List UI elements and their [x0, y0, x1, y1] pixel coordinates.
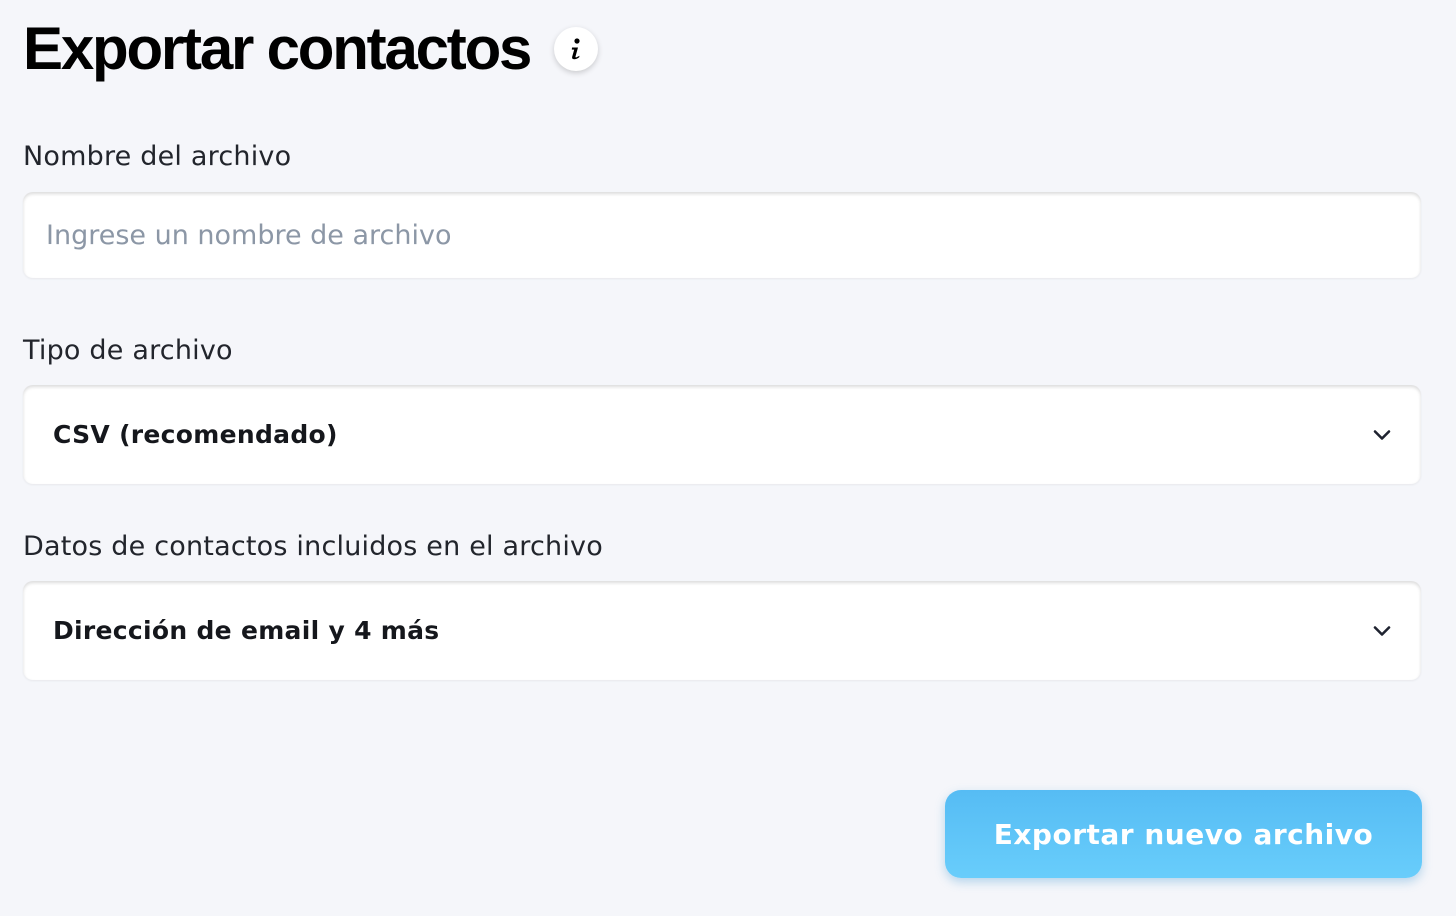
filetype-selected-value: CSV (recomendado)	[53, 420, 338, 449]
export-new-file-button[interactable]: Exportar nuevo archivo	[945, 790, 1422, 878]
contact-data-selected-value: Dirección de email y 4 más	[53, 616, 440, 645]
info-button[interactable]	[554, 27, 599, 71]
filename-input[interactable]	[23, 192, 1421, 278]
filename-label: Nombre del archivo	[23, 141, 292, 172]
filetype-label: Tipo de archivo	[23, 335, 233, 366]
contact-data-select[interactable]: Dirección de email y 4 más	[23, 581, 1421, 680]
chevron-down-icon	[1373, 625, 1391, 636]
page-title: Exportar contactos	[23, 15, 532, 82]
page-header: Exportar contactos	[23, 14, 599, 84]
filetype-select[interactable]: CSV (recomendado)	[23, 385, 1421, 484]
contact-data-label: Datos de contactos incluidos en el archi…	[23, 531, 603, 562]
info-icon	[572, 38, 580, 60]
chevron-down-icon	[1373, 429, 1391, 440]
